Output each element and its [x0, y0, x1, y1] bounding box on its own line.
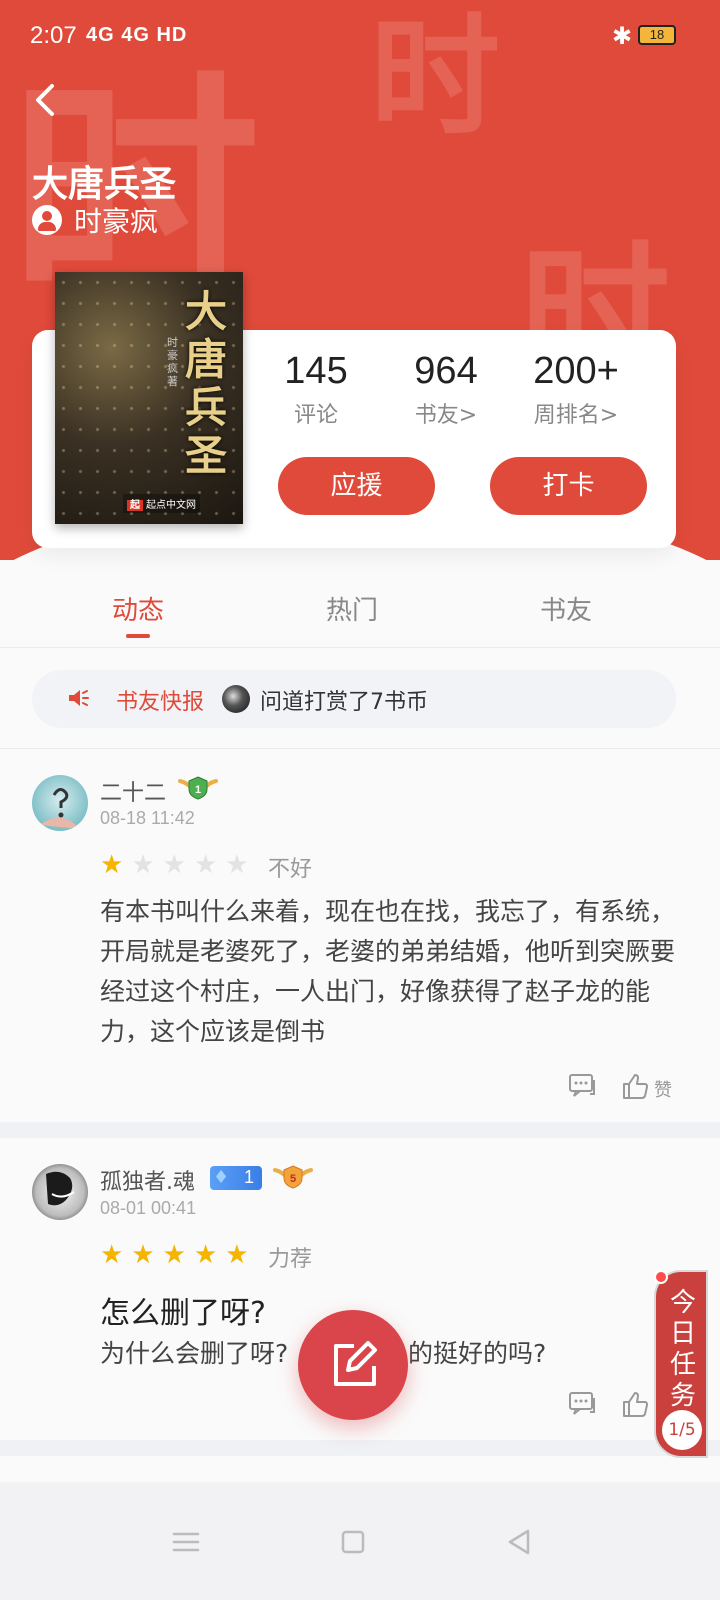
menu-icon[interactable] — [166, 1522, 206, 1562]
back-arrow-icon — [36, 84, 54, 116]
rating-text: 不好 — [268, 857, 313, 882]
star-icon: ★ — [162, 850, 186, 880]
cover-publisher: 起起点中文网 — [123, 494, 200, 513]
thumb-up-icon[interactable] — [622, 1390, 648, 1418]
news-text: 问道打赏了7书币 — [260, 690, 428, 715]
cover-title: 大唐兵圣 — [185, 287, 228, 480]
star-icon: ★ — [100, 850, 124, 880]
section-separator — [0, 1122, 720, 1138]
tab-bar: 动态 热门 书友 — [0, 570, 720, 648]
reader-news-banner[interactable]: 书友快报 问道打赏了7书币 — [32, 670, 676, 728]
like-label[interactable]: 赞 — [654, 1076, 672, 1102]
back-icon[interactable] — [500, 1522, 540, 1562]
avatar[interactable] — [32, 775, 88, 831]
level-number: 1 — [195, 784, 201, 796]
comment-icon[interactable] — [568, 1072, 598, 1100]
stat-label: 周排名> — [533, 403, 619, 428]
thumb-up-icon[interactable] — [622, 1072, 648, 1100]
divider — [0, 748, 720, 749]
post-date: 08-01 00:41 — [100, 1198, 197, 1218]
daily-task-label: 今日任务 — [669, 1288, 696, 1411]
news-label: 书友快报 — [116, 690, 205, 715]
author-link[interactable]: 时豪疯 — [32, 200, 158, 240]
speaker-icon — [69, 690, 89, 706]
daily-task-tab[interactable]: 今日任务 1/5 — [654, 1270, 708, 1458]
edit-icon — [334, 1341, 377, 1386]
star-icon: ★ — [162, 1240, 186, 1270]
post-body: 为什么会删了呀? — [100, 1339, 289, 1368]
book-cover[interactable]: 大唐兵圣 时豪疯 著 起起点中文网 — [55, 272, 243, 524]
status-bar: 2:07 4G 4G HD ✱ 18 — [0, 0, 720, 70]
system-nav-bar — [0, 1482, 720, 1600]
post-body: 的挺好的吗? — [408, 1339, 547, 1368]
fan-level-badge: ♦ 1 — [210, 1166, 262, 1190]
stat-weekly-rank[interactable]: 200+ 周排名> — [511, 350, 641, 429]
tab-popular[interactable]: 热门 — [326, 590, 378, 627]
tab-activity[interactable]: 动态 — [112, 590, 164, 627]
stat-label: 书友> — [414, 403, 478, 428]
notification-dot — [654, 1270, 668, 1284]
comment-icon[interactable] — [568, 1390, 598, 1418]
tab-readers[interactable]: 书友 — [540, 590, 592, 627]
checkin-button[interactable]: 打卡 — [490, 457, 647, 515]
stat-value: 200+ — [533, 350, 619, 392]
level-number: 5 — [290, 1173, 296, 1185]
post-card[interactable]: 二十二 1 08-18 11:42 ★ ★ ★ ★ ★ 不好 有本书叫什么来着，… — [0, 750, 720, 1122]
post-date: 08-18 11:42 — [100, 808, 195, 828]
star-icon: ★ — [131, 850, 155, 880]
battery-icon: 18 — [638, 25, 676, 45]
network-indicator: 4G 4G HD — [86, 24, 188, 46]
write-post-button[interactable] — [298, 1310, 408, 1420]
level-badge-icon: 5 — [273, 1165, 313, 1189]
post-title: 怎么删了呀? — [100, 1296, 266, 1331]
star-icon: ★ — [131, 1240, 155, 1270]
avatar-illustration — [40, 788, 80, 829]
star-rating: ★ ★ ★ ★ ★ — [100, 852, 249, 878]
star-icon: ★ — [225, 850, 249, 880]
support-button[interactable]: 应援 — [278, 457, 435, 515]
avatar-illustration — [46, 1171, 75, 1206]
username[interactable]: 二十二 — [100, 775, 166, 807]
avatar[interactable] — [32, 1164, 88, 1220]
stat-readers[interactable]: 964 书友> — [381, 350, 511, 429]
avatar — [222, 685, 250, 713]
stat-label: 评论 — [293, 403, 338, 428]
author-icon — [32, 205, 62, 235]
stat-value: 964 — [414, 350, 478, 392]
star-icon: ★ — [100, 1240, 124, 1270]
star-icon: ★ — [193, 850, 218, 880]
section-separator — [0, 1440, 720, 1456]
username[interactable]: 孤独者.魂 — [100, 1164, 195, 1196]
post-body: 有本书叫什么来着，现在也在找，我忘了，有系统，开局就是老婆死了，老婆的弟弟结婚，… — [100, 897, 676, 1046]
active-tab-indicator — [126, 634, 150, 638]
home-icon[interactable] — [333, 1522, 373, 1562]
status-time: 2:07 — [30, 22, 77, 49]
star-rating: ★ ★ ★ ★ ★ — [100, 1242, 249, 1268]
daily-task-progress: 1/5 — [662, 1410, 702, 1450]
bluetooth-icon: ✱ — [612, 23, 633, 50]
fan-level-number: 1 — [244, 1167, 255, 1187]
rating-text: 力荐 — [268, 1247, 313, 1272]
star-icon: ★ — [193, 1240, 218, 1270]
stat-value: 145 — [284, 350, 348, 392]
level-badge-icon: 1 — [178, 776, 218, 800]
publisher-logo: 起 — [127, 500, 143, 511]
star-icon: ★ — [225, 1240, 249, 1270]
cover-author: 时豪疯 著 — [167, 336, 178, 388]
stat-comments[interactable]: 145 评论 — [251, 350, 381, 429]
author-name: 时豪疯 — [74, 205, 159, 238]
flame-icon: ♦ — [213, 1167, 230, 1188]
back-button[interactable] — [28, 80, 68, 120]
next-post-edge — [0, 1456, 720, 1482]
